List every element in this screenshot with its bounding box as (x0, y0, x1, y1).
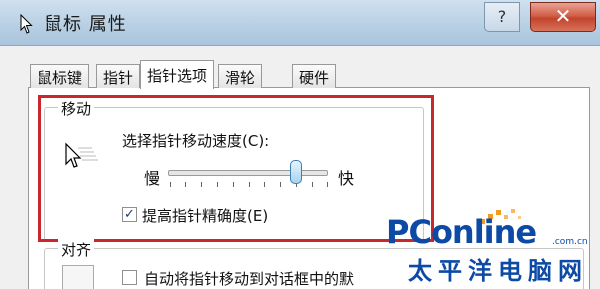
snap-checkbox[interactable] (122, 270, 137, 285)
snap-label[interactable]: 自动将指针移动到对话框中的默 (144, 268, 354, 289)
watermark-domain: .com.cn (552, 237, 588, 247)
snap-group-label: 对齐 (58, 239, 95, 260)
watermark: PConline .com.cn 太平洋电脑网 (380, 205, 600, 289)
window-title: 鼠标 属性 (44, 14, 127, 35)
watermark-chinese: 太平洋电脑网 (408, 257, 588, 285)
tab-pointers[interactable]: 指针 (96, 64, 141, 88)
title-bar: 鼠标 属性 ? ✕ (0, 0, 600, 46)
mouse-pointer-icon (20, 14, 33, 34)
close-button[interactable]: ✕ (530, 2, 596, 32)
highlight-frame (38, 95, 434, 242)
snap-icon (62, 265, 94, 289)
tab-wheel[interactable]: 滑轮 (218, 64, 263, 88)
tab-buttons[interactable]: 鼠标键 (30, 64, 90, 88)
watermark-brand: PConline (386, 213, 537, 251)
tab-hardware[interactable]: 硬件 (292, 64, 337, 88)
help-button[interactable]: ? (484, 2, 520, 32)
tab-pointer-options[interactable]: 指针选项 (140, 60, 215, 89)
